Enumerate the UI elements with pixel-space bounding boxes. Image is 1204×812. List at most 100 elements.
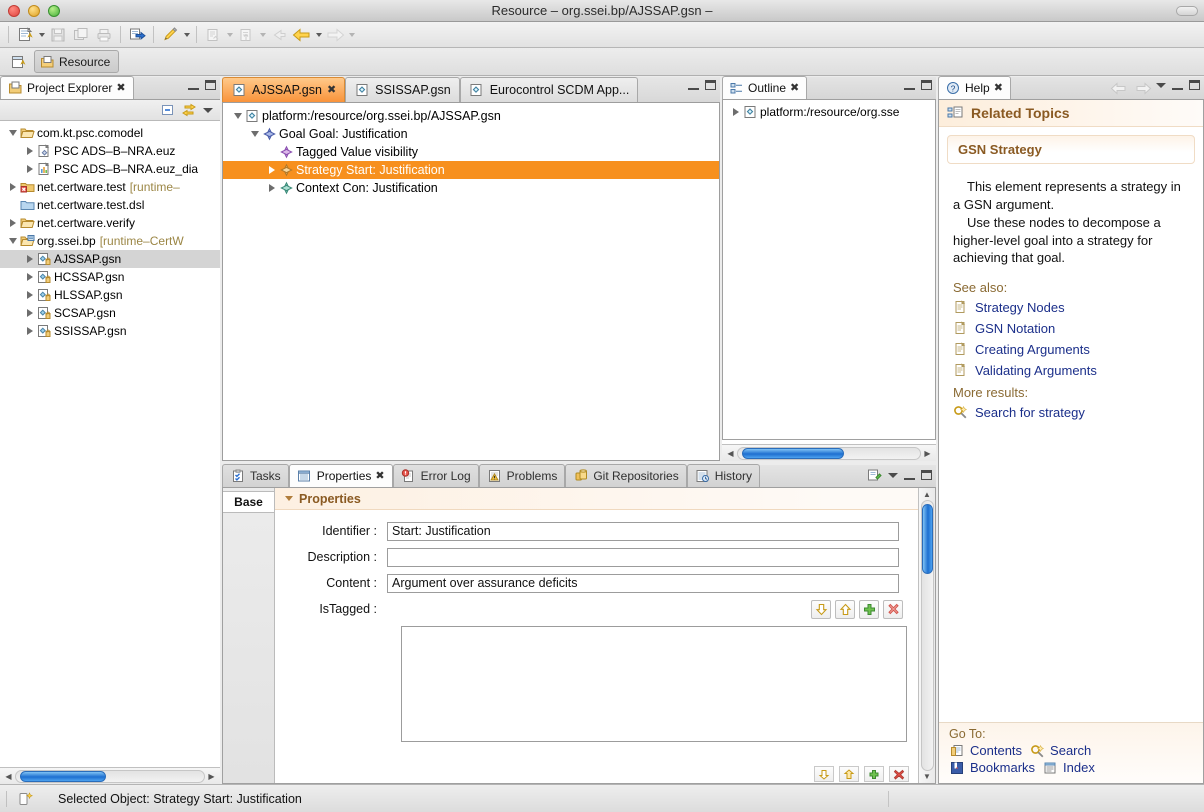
add-icon[interactable] xyxy=(859,599,879,619)
properties-vscrollbar[interactable]: ▲ ▼ xyxy=(918,488,935,783)
editor-tab[interactable]: SSISSAP.gsn xyxy=(345,77,460,102)
add-icon[interactable] xyxy=(864,766,884,782)
tree-item[interactable]: PSC ADS–B–NRA.euz_dia xyxy=(0,160,220,178)
editor-tab[interactable]: Eurocontrol SCDM App... xyxy=(459,77,639,102)
previous-arrow-icon[interactable] xyxy=(291,24,313,45)
maximize-icon[interactable] xyxy=(921,470,932,480)
link-with-editor-icon[interactable] xyxy=(181,103,197,117)
expand-toggle-icon[interactable] xyxy=(23,327,36,335)
editor-tree-item[interactable]: Context Con: Justification xyxy=(223,179,719,197)
help-goto-link[interactable]: Search xyxy=(1029,743,1091,758)
move-down-icon[interactable] xyxy=(814,766,834,782)
delete-icon[interactable] xyxy=(883,599,903,619)
scroll-left-arrow[interactable]: ◀ xyxy=(2,772,15,781)
properties-field-input[interactable] xyxy=(387,547,899,567)
tree-item[interactable]: org.ssei.bp [runtime–CertW xyxy=(0,232,220,250)
properties-section-header[interactable]: Properties xyxy=(275,488,935,510)
istagged-list-box[interactable] xyxy=(401,626,907,742)
close-icon[interactable]: ✖ xyxy=(116,82,125,94)
expand-toggle-icon[interactable] xyxy=(231,113,244,119)
maximize-icon[interactable] xyxy=(705,80,716,90)
scroll-track[interactable] xyxy=(737,446,921,460)
properties-panel-tab[interactable]: Git Repositories xyxy=(565,464,687,487)
expand-toggle-icon[interactable] xyxy=(6,183,19,191)
expand-toggle-icon[interactable] xyxy=(23,147,36,155)
tree-item[interactable]: HCSSAP.gsn xyxy=(0,268,220,286)
outline-tree-item[interactable]: platform:/resource/org.sse xyxy=(723,103,935,121)
help-goto-link[interactable]: Contents xyxy=(949,743,1022,758)
editor-tree-item[interactable]: Tagged Value visibility xyxy=(223,143,719,161)
help-more-results-link[interactable]: Search for strategy xyxy=(939,402,1203,423)
back-arrow-icon[interactable] xyxy=(1110,82,1127,95)
tree-item[interactable]: net.certware.test.dsl xyxy=(0,196,220,214)
view-menu-icon[interactable] xyxy=(203,108,213,113)
expand-toggle-icon[interactable] xyxy=(265,166,278,174)
expand-toggle-icon[interactable] xyxy=(6,238,19,244)
pen-icon[interactable] xyxy=(159,24,181,45)
expand-toggle-icon[interactable] xyxy=(23,255,36,263)
help-goto-link[interactable]: Bookmarks xyxy=(949,760,1035,775)
help-see-also-link[interactable]: Creating Arguments xyxy=(939,339,1203,360)
minimize-icon[interactable] xyxy=(688,81,699,90)
view-menu-icon[interactable] xyxy=(1156,83,1166,88)
maximize-icon[interactable] xyxy=(1189,80,1200,90)
expand-toggle-icon[interactable] xyxy=(6,130,19,136)
scroll-right-arrow[interactable]: ▶ xyxy=(205,772,218,781)
project-explorer-hscrollbar[interactable]: ◀ ▶ xyxy=(0,767,220,784)
expand-toggle-icon[interactable] xyxy=(23,291,36,299)
pen-dropdown-arrow[interactable] xyxy=(182,25,191,45)
close-icon[interactable]: ✖ xyxy=(375,470,384,482)
scroll-thumb[interactable] xyxy=(921,503,933,574)
properties-panel-tab[interactable]: Tasks xyxy=(222,464,289,487)
tree-item[interactable]: SSISSAP.gsn xyxy=(0,322,220,340)
properties-panel-tab[interactable]: Problems xyxy=(478,464,566,487)
help-see-also-link[interactable]: Strategy Nodes xyxy=(939,297,1203,318)
maximize-icon[interactable] xyxy=(921,80,932,90)
tree-item[interactable]: SCSAP.gsn xyxy=(0,304,220,322)
open-perspective-button[interactable] xyxy=(6,51,32,73)
editor-tab[interactable]: AJSSAP.gsn ✖ xyxy=(222,77,346,102)
tree-item[interactable]: HLSSAP.gsn xyxy=(0,286,220,304)
view-menu-icon[interactable] xyxy=(888,473,898,478)
properties-field-input[interactable]: Start: Justification xyxy=(387,521,899,541)
tab-help[interactable]: ? Help ✖ xyxy=(938,76,1011,99)
close-icon[interactable]: ✖ xyxy=(790,82,799,94)
tree-item[interactable]: net.certware.test [runtime– xyxy=(0,178,220,196)
editor-tree-item[interactable]: Strategy Start: Justification xyxy=(223,161,719,179)
scroll-left-arrow[interactable]: ◀ xyxy=(724,449,737,458)
properties-side-tab-base[interactable]: Base xyxy=(223,491,274,513)
pin-view-icon[interactable] xyxy=(867,468,882,482)
expand-toggle-icon[interactable] xyxy=(23,309,36,317)
export-icon[interactable] xyxy=(126,24,148,45)
tab-outline[interactable]: Outline ✖ xyxy=(722,76,808,99)
expand-toggle-icon[interactable] xyxy=(248,131,261,137)
tab-project-explorer[interactable]: Project Explorer ✖ xyxy=(0,76,134,99)
expand-toggle-icon[interactable] xyxy=(23,165,36,173)
minimize-icon[interactable] xyxy=(1172,81,1183,90)
scroll-track[interactable] xyxy=(15,769,205,783)
tree-item[interactable]: AJSSAP.gsn xyxy=(0,250,220,268)
previous-dropdown-arrow[interactable] xyxy=(314,25,323,45)
editor-tree[interactable]: platform:/resource/org.ssei.bp/AJSSAP.gs… xyxy=(222,102,720,461)
help-see-also-link[interactable]: Validating Arguments xyxy=(939,360,1203,381)
minimize-icon[interactable] xyxy=(904,81,915,90)
tree-item[interactable]: com.kt.psc.comodel xyxy=(0,124,220,142)
properties-panel-tab[interactable]: History xyxy=(686,464,761,487)
toolbar-toggle-button[interactable] xyxy=(1176,5,1198,16)
new-file-icon[interactable] xyxy=(14,24,36,45)
editor-tree-item[interactable]: platform:/resource/org.ssei.bp/AJSSAP.gs… xyxy=(223,107,719,125)
delete-icon[interactable] xyxy=(889,766,909,782)
scroll-right-arrow[interactable]: ▶ xyxy=(921,449,934,458)
scroll-thumb[interactable] xyxy=(741,447,844,459)
minimize-icon[interactable] xyxy=(188,81,199,90)
scroll-down-arrow[interactable]: ▼ xyxy=(921,772,934,781)
editor-tree-item[interactable]: Goal Goal: Justification xyxy=(223,125,719,143)
collapse-all-icon[interactable] xyxy=(160,103,175,117)
outline-hscrollbar[interactable]: ◀ ▶ xyxy=(722,444,936,461)
expand-toggle-icon[interactable] xyxy=(265,184,278,192)
outline-tree[interactable]: platform:/resource/org.sse xyxy=(722,100,936,440)
help-goto-link[interactable]: Index xyxy=(1042,760,1095,775)
move-up-icon[interactable] xyxy=(839,766,859,782)
maximize-icon[interactable] xyxy=(205,80,216,90)
chevron-down-icon[interactable] xyxy=(285,496,293,501)
